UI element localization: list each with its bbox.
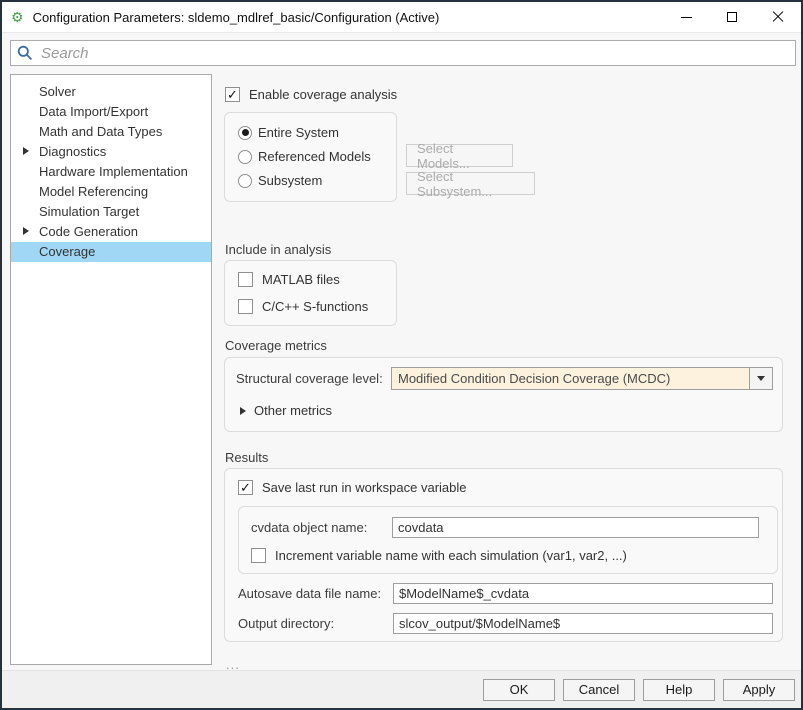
cvdata-object-name-label: cvdata object name: (251, 520, 392, 535)
dialog-body: Solver Data Import/Export Math and Data … (2, 34, 801, 708)
search-bar (10, 40, 796, 66)
results-label: Results (225, 450, 268, 465)
subsystem-label: Subsystem (258, 173, 322, 188)
c-sfunctions-label: C/C++ S-functions (262, 299, 368, 314)
window-controls (663, 2, 801, 32)
sidebar-item-diagnostics[interactable]: Diagnostics (11, 142, 211, 162)
expand-arrow-icon[interactable] (23, 227, 29, 235)
sidebar-item-math-and-data-types[interactable]: Math and Data Types (11, 122, 211, 142)
coverage-metrics-label: Coverage metrics (225, 338, 327, 353)
include-in-analysis-label: Include in analysis (225, 242, 331, 257)
referenced-models-label: Referenced Models (258, 149, 371, 164)
cvdata-object-name-input[interactable] (392, 517, 759, 538)
scope-group: Entire System Referenced Models Subsyste… (224, 112, 397, 202)
help-button[interactable]: Help (643, 679, 715, 701)
select-subsystem-button[interactable]: Select Subsystem... (406, 172, 535, 195)
maximize-icon (727, 12, 737, 22)
scope-option-entire-system[interactable]: Entire System (238, 125, 396, 140)
chevron-down-icon (757, 376, 765, 381)
scope-option-referenced-models[interactable]: Referenced Models (238, 149, 396, 164)
other-metrics-label: Other metrics (254, 403, 332, 418)
cvdata-object-name-row: cvdata object name: (251, 517, 777, 538)
coverage-metrics-group: Structural coverage level: Modified Cond… (224, 357, 783, 432)
include-in-analysis-group: MATLAB files C/C++ S-functions (224, 260, 397, 326)
output-directory-label: Output directory: (238, 616, 393, 631)
cancel-button[interactable]: Cancel (563, 679, 635, 701)
sidebar-item-coverage[interactable]: Coverage (11, 242, 211, 262)
increment-variable-label: Increment variable name with each simula… (275, 548, 627, 563)
output-directory-row: Output directory: (238, 613, 782, 634)
search-icon (17, 45, 33, 61)
scope-option-subsystem[interactable]: Subsystem (238, 173, 396, 188)
matlab-files-label: MATLAB files (262, 272, 340, 287)
matlab-files-checkbox[interactable] (238, 272, 253, 287)
search-input[interactable] (10, 40, 796, 66)
entire-system-label: Entire System (258, 125, 339, 140)
sidebar-item-hardware-implementation[interactable]: Hardware Implementation (11, 162, 211, 182)
apply-button[interactable]: Apply (723, 679, 795, 701)
configuration-parameters-dialog: ⚙ Configuration Parameters: sldemo_mdlre… (0, 0, 803, 710)
simulink-config-icon: ⚙ (11, 10, 24, 24)
autosave-file-name-label: Autosave data file name: (238, 586, 393, 601)
save-last-run-row[interactable]: Save last run in workspace variable (238, 480, 782, 495)
select-models-button[interactable]: Select Models... (406, 144, 513, 167)
save-last-run-checkbox[interactable] (238, 480, 253, 495)
minimize-button[interactable] (663, 2, 709, 32)
sidebar-item-label: Code Generation (39, 224, 138, 239)
structural-coverage-level-row: Structural coverage level: Modified Cond… (236, 367, 782, 390)
matlab-files-row[interactable]: MATLAB files (238, 272, 396, 287)
save-last-run-label: Save last run in workspace variable (262, 480, 467, 495)
maximize-button[interactable] (709, 2, 755, 32)
sidebar-item-label: Diagnostics (39, 144, 106, 159)
sidebar-item-solver[interactable]: Solver (11, 82, 211, 102)
footer-bar: OK Cancel Help Apply (2, 670, 801, 708)
results-group: Save last run in workspace variable cvda… (224, 468, 783, 642)
increment-variable-checkbox[interactable] (251, 548, 266, 563)
c-sfunctions-checkbox[interactable] (238, 299, 253, 314)
sidebar-item-code-generation[interactable]: Code Generation (11, 222, 211, 242)
output-directory-input[interactable] (393, 613, 773, 634)
sidebar-item-data-import-export[interactable]: Data Import/Export (11, 102, 211, 122)
referenced-models-radio[interactable] (238, 150, 252, 164)
other-metrics-row[interactable]: Other metrics (236, 403, 782, 418)
minimize-icon (681, 17, 692, 18)
coverage-pane: Enable coverage analysis Entire System R… (224, 74, 784, 668)
enable-coverage-checkbox[interactable] (225, 87, 240, 102)
autosave-file-name-input[interactable] (393, 583, 773, 604)
close-button[interactable] (755, 2, 801, 32)
expand-arrow-icon[interactable] (240, 407, 246, 415)
enable-coverage-label: Enable coverage analysis (249, 87, 397, 102)
sidebar-item-model-referencing[interactable]: Model Referencing (11, 182, 211, 202)
c-sfunctions-row[interactable]: C/C++ S-functions (238, 299, 396, 314)
close-icon (772, 11, 784, 23)
entire-system-radio[interactable] (238, 126, 252, 140)
category-tree: Solver Data Import/Export Math and Data … (10, 74, 212, 665)
workspace-variable-group: cvdata object name: Increment variable n… (238, 506, 778, 574)
structural-coverage-level-label: Structural coverage level: (236, 371, 391, 386)
enable-coverage-row: Enable coverage analysis (225, 87, 397, 102)
ok-button[interactable]: OK (483, 679, 555, 701)
increment-variable-row[interactable]: Increment variable name with each simula… (251, 548, 777, 563)
structural-coverage-level-dropdown[interactable]: Modified Condition Decision Coverage (MC… (391, 367, 773, 390)
window-title: Configuration Parameters: sldemo_mdlref_… (33, 10, 440, 25)
expand-arrow-icon[interactable] (23, 147, 29, 155)
subsystem-radio[interactable] (238, 174, 252, 188)
title-bar: ⚙ Configuration Parameters: sldemo_mdlre… (2, 2, 801, 33)
structural-coverage-level-value: Modified Condition Decision Coverage (MC… (392, 368, 749, 389)
sidebar-item-simulation-target[interactable]: Simulation Target (11, 202, 211, 222)
dropdown-arrow-button[interactable] (749, 368, 772, 389)
autosave-file-name-row: Autosave data file name: (238, 583, 782, 604)
